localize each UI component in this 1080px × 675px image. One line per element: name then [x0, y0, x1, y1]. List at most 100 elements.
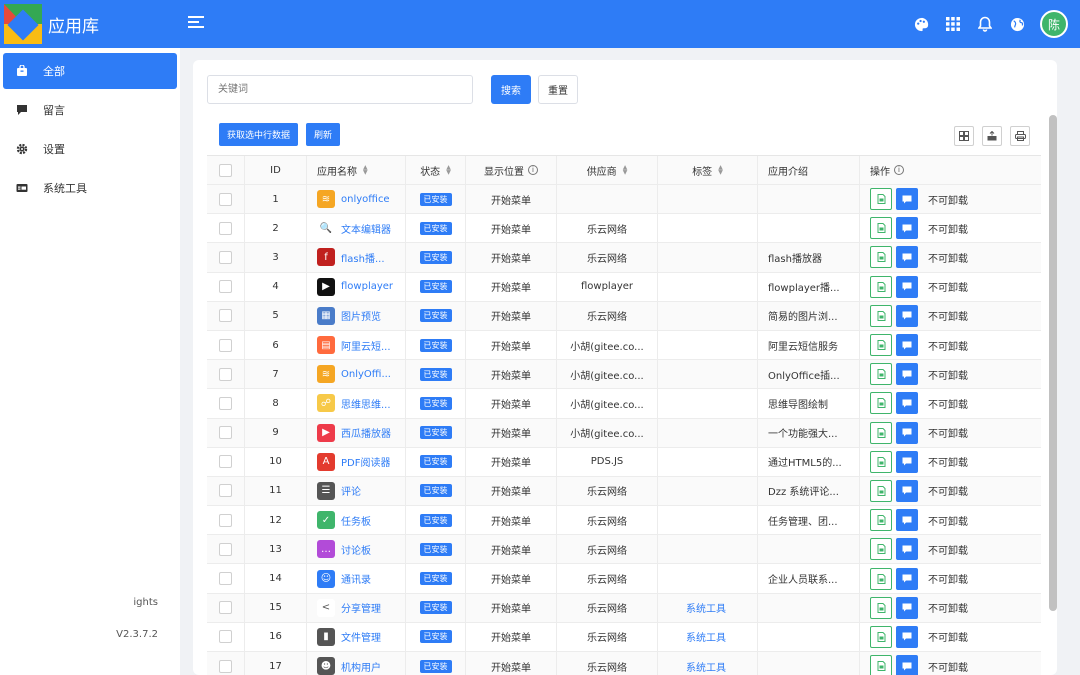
scrollbar[interactable] [1049, 115, 1057, 611]
edit-icon[interactable] [870, 596, 892, 619]
edit-icon[interactable] [870, 538, 892, 561]
sidebar-item-system-tools[interactable]: 系统工具 [3, 170, 177, 206]
sidebar-item-settings[interactable]: 设置 [3, 131, 177, 167]
row-checkbox[interactable] [219, 309, 232, 323]
row-checkbox[interactable] [219, 542, 232, 556]
sort-icon[interactable]: ▲ ▼ [363, 165, 368, 176]
app-name-link[interactable]: 机构用户 [341, 659, 381, 674]
comment-icon[interactable] [896, 334, 918, 357]
comment-icon[interactable] [896, 217, 918, 240]
sidebar-item-messages[interactable]: 留言 [3, 92, 177, 128]
app-name-link[interactable]: PDF阅读器 [341, 454, 390, 469]
comment-icon[interactable] [896, 304, 918, 327]
sort-icon[interactable]: ▲ ▼ [446, 165, 451, 176]
edit-icon[interactable] [870, 217, 892, 240]
columns-icon[interactable] [954, 126, 974, 146]
row-checkbox[interactable] [219, 367, 232, 381]
edit-icon[interactable] [870, 304, 892, 327]
search-button[interactable]: 搜索 [491, 75, 531, 104]
search-input[interactable] [207, 75, 473, 104]
edit-icon[interactable] [870, 392, 892, 415]
bell-icon[interactable] [976, 15, 994, 33]
app-name-link[interactable]: 西瓜播放器 [341, 425, 391, 440]
sidebar-item-all[interactable]: 全部 [3, 53, 177, 89]
app-name-link[interactable]: 任务板 [341, 513, 371, 528]
row-checkbox[interactable] [219, 601, 232, 615]
col-header-tag[interactable]: 标签 ▲ ▼ [658, 156, 758, 184]
tag-link[interactable]: 系统工具 [686, 659, 726, 674]
row-checkbox[interactable] [219, 659, 232, 673]
tag-link[interactable]: 系统工具 [686, 600, 726, 615]
palette-icon[interactable] [912, 15, 930, 33]
app-name-link[interactable]: flash播... [341, 250, 385, 265]
app-name-link[interactable]: 通讯录 [341, 571, 371, 586]
app-name-link[interactable]: flowplayer [341, 281, 393, 292]
comment-icon[interactable] [896, 655, 918, 675]
edit-icon[interactable] [870, 275, 892, 298]
row-checkbox[interactable] [219, 455, 232, 469]
globe-icon[interactable] [1008, 15, 1026, 33]
edit-icon[interactable] [870, 363, 892, 386]
edit-icon[interactable] [870, 509, 892, 532]
app-name-link[interactable]: 图片预览 [341, 308, 381, 323]
row-checkbox[interactable] [219, 484, 232, 498]
app-name-link[interactable]: 分享管理 [341, 600, 381, 615]
edit-icon[interactable] [870, 655, 892, 675]
comment-icon[interactable] [896, 509, 918, 532]
comment-icon[interactable] [896, 392, 918, 415]
row-checkbox[interactable] [219, 221, 232, 235]
app-name-link[interactable]: onlyoffice [341, 194, 390, 205]
comment-icon[interactable] [896, 596, 918, 619]
refresh-button[interactable]: 刷新 [306, 123, 341, 146]
comment-icon[interactable] [896, 246, 918, 269]
edit-icon[interactable] [870, 625, 892, 648]
col-header-vendor[interactable]: 供应商 ▲ ▼ [557, 156, 658, 184]
col-header-status[interactable]: 状态 ▲ ▼ [406, 156, 466, 184]
edit-icon[interactable] [870, 421, 892, 444]
comment-icon[interactable] [896, 538, 918, 561]
app-name-link[interactable]: 文件管理 [341, 629, 381, 644]
avatar[interactable]: 陈 [1040, 10, 1068, 38]
tag-link[interactable]: 系统工具 [686, 629, 726, 644]
app-name-link[interactable]: 阿里云短... [341, 338, 391, 353]
row-checkbox[interactable] [219, 396, 232, 410]
comment-icon[interactable] [896, 363, 918, 386]
sort-icon[interactable]: ▲ ▼ [718, 165, 723, 176]
row-checkbox[interactable] [219, 572, 232, 586]
app-name-link[interactable]: 文本编辑器 [341, 221, 391, 236]
row-checkbox[interactable] [219, 513, 232, 527]
row-checkbox[interactable] [219, 250, 232, 264]
row-checkbox[interactable] [219, 630, 232, 644]
col-header-name[interactable]: 应用名称 ▲ ▼ [307, 156, 406, 184]
reset-button[interactable]: 重置 [538, 75, 578, 104]
comment-icon[interactable] [896, 275, 918, 298]
row-checkbox[interactable] [219, 338, 232, 352]
edit-icon[interactable] [870, 334, 892, 357]
menu-icon[interactable] [188, 16, 204, 30]
get-selected-button[interactable]: 获取选中行数据 [219, 123, 299, 146]
comment-icon[interactable] [896, 479, 918, 502]
info-icon[interactable]: i [528, 165, 538, 175]
app-name-link[interactable]: 思维思维... [341, 396, 391, 411]
info-icon[interactable]: i [894, 165, 904, 175]
app-name-link[interactable]: 评论 [341, 483, 361, 498]
print-icon[interactable] [1010, 126, 1030, 146]
comment-icon[interactable] [896, 567, 918, 590]
sort-icon[interactable]: ▲ ▼ [623, 165, 628, 176]
comment-icon[interactable] [896, 188, 918, 211]
row-checkbox[interactable] [219, 192, 232, 206]
edit-icon[interactable] [870, 188, 892, 211]
row-checkbox[interactable] [219, 426, 232, 440]
app-name-link[interactable]: 讨论板 [341, 542, 371, 557]
edit-icon[interactable] [870, 246, 892, 269]
row-checkbox[interactable] [219, 280, 232, 294]
apps-grid-icon[interactable] [944, 15, 962, 33]
app-name-link[interactable]: OnlyOffi... [341, 369, 391, 380]
export-icon[interactable] [982, 126, 1002, 146]
comment-icon[interactable] [896, 625, 918, 648]
edit-icon[interactable] [870, 479, 892, 502]
edit-icon[interactable] [870, 567, 892, 590]
select-all-checkbox[interactable] [219, 163, 232, 177]
comment-icon[interactable] [896, 450, 918, 473]
comment-icon[interactable] [896, 421, 918, 444]
